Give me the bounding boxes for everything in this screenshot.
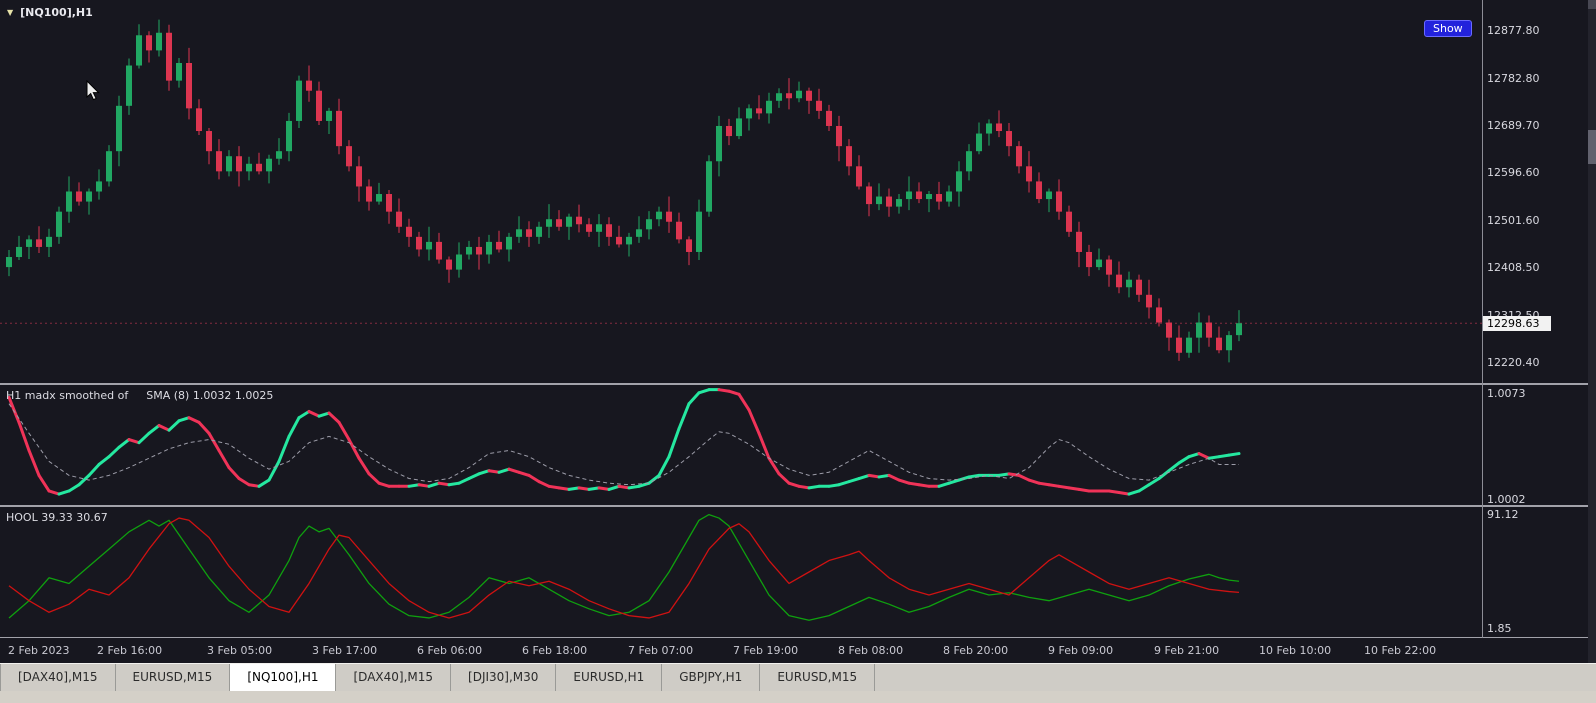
time-axis-label: 8 Feb 08:00: [838, 644, 904, 657]
madx-indicator-pane[interactable]: [0, 385, 1482, 505]
show-button[interactable]: Show: [1424, 20, 1472, 37]
mouse-cursor-icon: [86, 80, 100, 101]
madx-title: H1 madx smoothed of: [6, 389, 129, 402]
scrollbar-thumb[interactable]: [1588, 130, 1596, 164]
chart-tab-nq100-h1[interactable]: [NQ100],H1: [230, 664, 337, 692]
chart-tab-dji30-m30[interactable]: [DJI30],M30: [451, 664, 557, 692]
time-axis-label: 7 Feb 07:00: [628, 644, 694, 657]
time-axis-label: 7 Feb 19:00: [733, 644, 799, 657]
madx-axis-label: 1.0073: [1487, 387, 1526, 400]
price-axis-label: 12501.60: [1487, 213, 1540, 227]
time-axis-label: 9 Feb 21:00: [1154, 644, 1220, 657]
chevron-down-icon: ▼: [7, 7, 14, 17]
hool-indicator-header: HOOL 39.33 30.67: [6, 511, 108, 524]
symbol-period-label: [NQ100],H1: [20, 6, 93, 19]
hool-indicator-pane[interactable]: [0, 507, 1482, 637]
price-axis-label: 12408.50: [1487, 260, 1540, 274]
time-axis-label: 2 Feb 2023: [8, 644, 70, 657]
price-axis: 12298.63 12877.80 12782.80 12689.70 12596.6…: [1483, 0, 1588, 663]
time-axis-label: 2 Feb 16:00: [97, 644, 163, 657]
main-chart-pane[interactable]: [0, 0, 1482, 383]
hool-axis-label: 1.85: [1487, 622, 1512, 636]
time-axis-label: 6 Feb 18:00: [522, 644, 588, 657]
trading-terminal-window: ▼ [NQ100],H1 Show H1 madx smoothed of SM…: [0, 0, 1596, 703]
chart-tab-bar: [DAX40],M15 EURUSD,M15 [NQ100],H1 [DAX40],M…: [0, 663, 1596, 692]
chart-symbol-header: ▼ [NQ100],H1: [7, 6, 93, 19]
time-axis-label: 10 Feb 10:00: [1259, 644, 1332, 657]
hool-axis-label: 91.12: [1487, 507, 1519, 521]
candlestick-canvas[interactable]: [0, 0, 1482, 383]
chart-tab-eurusd-h1[interactable]: EURUSD,H1: [556, 664, 663, 692]
chart-tab-dax40-m15[interactable]: [DAX40],M15: [336, 664, 452, 692]
hool-canvas[interactable]: [0, 507, 1482, 637]
hool-title: HOOL 39.33 30.67: [6, 511, 108, 524]
time-axis-label: 3 Feb 17:00: [312, 644, 378, 657]
time-axis-label: 9 Feb 09:00: [1048, 644, 1114, 657]
madx-indicator-header: H1 madx smoothed of SMA (8) 1.0032 1.002…: [6, 389, 273, 402]
window-bottom-strip: [0, 691, 1596, 703]
price-axis-label: 12877.80: [1487, 24, 1540, 38]
price-axis-label: 12220.40: [1487, 355, 1540, 369]
time-axis-label: 6 Feb 06:00: [417, 644, 483, 657]
vertical-scrollbar[interactable]: [1588, 0, 1596, 663]
chart-tab-eurusd-m15[interactable]: EURUSD,M15: [760, 664, 876, 692]
time-axis-label: 10 Feb 22:00: [1364, 644, 1437, 657]
price-axis-label: 12782.80: [1487, 72, 1540, 86]
price-axis-label: 12596.60: [1487, 166, 1540, 180]
chart-tab-gbpjpy-h1[interactable]: GBPJPY,H1: [662, 664, 761, 692]
time-axis: 2 Feb 2023 2 Feb 16:00 3 Feb 05:00 3 Feb 17…: [0, 638, 1482, 663]
madx-axis-label: 1.0002: [1487, 493, 1526, 507]
madx-values: SMA (8) 1.0032 1.0025: [146, 389, 274, 402]
chart-tab-eurusd-m15[interactable]: EURUSD,M15: [115, 664, 231, 692]
time-axis-label: 8 Feb 20:00: [943, 644, 1009, 657]
chart-tab-dax40-m15[interactable]: [DAX40],M15: [0, 664, 116, 692]
scrollbar-arrow-up[interactable]: [1588, 0, 1596, 9]
last-price-label: 12298.63: [1483, 316, 1551, 331]
time-axis-label: 3 Feb 05:00: [207, 644, 273, 657]
price-axis-label: 12689.70: [1487, 119, 1540, 133]
madx-canvas[interactable]: [0, 385, 1482, 505]
